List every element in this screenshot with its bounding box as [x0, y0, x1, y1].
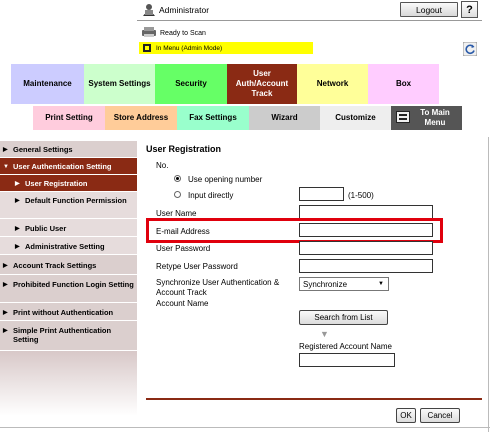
account-name-label: Account Name: [156, 299, 209, 308]
cancel-button[interactable]: Cancel: [420, 408, 460, 423]
search-from-list-button[interactable]: Search from List: [299, 310, 388, 325]
tab-store-address[interactable]: Store Address: [105, 106, 177, 130]
tab-to-main-menu[interactable]: To Main Menu: [391, 106, 462, 130]
sync-label: Synchronize User Authentication & Accoun…: [156, 278, 280, 297]
sidebar-fade: [0, 351, 137, 432]
tab-box[interactable]: Box: [368, 64, 439, 104]
sidebar-item-general-settings[interactable]: ▶ General Settings: [0, 141, 137, 158]
main-menu-icon: [396, 111, 410, 123]
help-button[interactable]: ?: [461, 1, 478, 18]
status-text: Ready to Scan: [160, 30, 206, 37]
retype-password-input[interactable]: [299, 259, 433, 273]
no-label: No.: [156, 161, 169, 170]
tab-security[interactable]: Security: [155, 64, 227, 104]
tab-fax-settings[interactable]: Fax Settings: [177, 106, 249, 130]
sync-select-value: Synchronize: [303, 279, 348, 289]
tab-customize[interactable]: Customize: [320, 106, 391, 130]
sync-select[interactable]: Synchronize ▼: [299, 277, 389, 291]
form-divider: [146, 398, 482, 400]
registered-account-name-label: Registered Account Name: [299, 342, 392, 351]
sidebar-item-prohibited-function-login-setting[interactable]: ▶ Prohibited Function Login Setting: [0, 275, 137, 303]
sidebar-item-administrative-setting[interactable]: ▶ Administrative Setting: [0, 237, 137, 255]
sidebar-item-public-user[interactable]: ▶ Public User: [0, 219, 137, 237]
sidebar-item-user-authentication-setting[interactable]: ▼ User Authentication Setting: [0, 158, 137, 175]
to-main-menu-label: To Main Menu: [420, 108, 450, 127]
content-border-bottom: [0, 427, 490, 428]
sidebar-item-simple-print-authentication-setting[interactable]: ▶ Simple Print Authentication Setting: [0, 321, 137, 351]
ok-button[interactable]: OK: [396, 408, 416, 423]
header-divider: [137, 20, 482, 21]
range-hint: (1-500): [348, 191, 374, 200]
input-directly-radio[interactable]: [174, 191, 181, 198]
page-title: User Registration: [146, 144, 222, 154]
tab-network[interactable]: Network: [297, 64, 368, 104]
highlight-box: [146, 218, 443, 243]
tab-print-setting[interactable]: Print Setting: [33, 106, 105, 130]
admin-mode-icon: [143, 44, 151, 52]
arrow-down-icon: ▼: [320, 329, 329, 339]
sidebar-item-user-registration[interactable]: ▶ User Registration: [0, 175, 137, 192]
use-opening-number-label: Use opening number: [188, 175, 263, 184]
sidebar-item-default-function-permission[interactable]: ▶ Default Function Permission: [0, 192, 137, 219]
mode-text: In Menu (Admin Mode): [156, 45, 223, 52]
sidebar-item-print-without-authentication[interactable]: ▶ Print without Authentication: [0, 303, 137, 321]
logout-button[interactable]: Logout: [400, 2, 458, 17]
tab-wizard[interactable]: Wizard: [249, 106, 320, 130]
user-name-label: User Name: [156, 209, 197, 218]
user-password-label: User Password: [156, 244, 211, 253]
tab-maintenance[interactable]: Maintenance: [11, 64, 84, 104]
retype-password-label: Retype User Password: [156, 262, 238, 271]
input-directly-label: Input directly: [188, 191, 234, 200]
chevron-down-icon: ▼: [378, 281, 384, 287]
administrator-icon: [143, 4, 155, 16]
tab-system-settings[interactable]: System Settings: [84, 64, 155, 104]
user-name-input[interactable]: [299, 205, 433, 219]
refresh-icon[interactable]: [463, 42, 477, 56]
printer-icon: [142, 27, 156, 37]
user-password-input[interactable]: [299, 241, 433, 255]
admin-label: Administrator: [159, 5, 210, 15]
content-border-right: [488, 137, 489, 432]
tab-user-auth-account-track[interactable]: User Auth/Account Track: [227, 64, 297, 104]
sidebar-item-account-track-settings[interactable]: ▶ Account Track Settings: [0, 255, 137, 275]
number-input[interactable]: [299, 187, 344, 201]
registered-account-name-input[interactable]: [299, 353, 395, 367]
use-opening-number-radio[interactable]: [174, 175, 181, 182]
